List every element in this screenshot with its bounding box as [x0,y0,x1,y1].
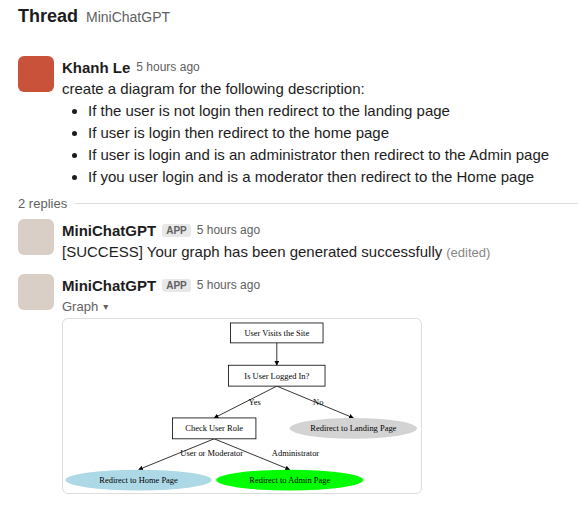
reply-message: MiniChatGPT APP 5 hours ago [SUCCESS] Your … [0,213,578,268]
node-label: User Visits the Site [244,328,309,338]
caret-icon[interactable]: ▾ [103,301,108,312]
message-body: MiniChatGPT APP 5 hours ago [SUCCESS] Your … [62,219,560,264]
graph-node: Redirect to Admin Page [216,470,363,491]
node-label: Is User Logged In? [244,371,309,381]
thread-title: Thread [18,6,78,27]
edge-label: Yes [248,397,260,407]
channel-name[interactable]: MiniChatGPT [86,9,170,25]
app-badge: APP [162,224,191,237]
edited-label: (edited) [446,245,490,260]
graph-edge: User or Moderator [139,439,244,470]
graph-edge: Yes [214,386,277,418]
node-label: Check User Role [185,423,243,433]
node-label: Redirect to Admin Page [249,475,330,485]
replies-count: 2 replies [18,196,67,211]
author-name[interactable]: MiniChatGPT [62,222,156,239]
graph-edge: Administrator [214,439,319,470]
reply-message: MiniChatGPT APP 5 hours ago Graph▾ Yes No User… [0,268,578,498]
graph-node: Is User Logged In? [229,365,325,386]
thread-header: Thread MiniChatGPT [0,6,578,32]
user-avatar[interactable] [18,56,54,92]
bullet-item: If user is login then redirect to the ho… [88,122,560,144]
graph-node: User Visits the Site [231,323,323,343]
bullet-item: If user is login and is an administrator… [88,144,560,166]
author-name[interactable]: MiniChatGPT [62,277,156,294]
edge-label: No [313,397,323,407]
author-name[interactable]: Khanh Le [62,59,130,76]
message: Khanh Le 5 hours ago create a diagram for … [0,32,578,192]
divider-line [75,203,578,204]
thread-panel: Thread MiniChatGPT Khanh Le 5 hours ago crea… [0,0,578,517]
edge-label: Administrator [272,448,320,458]
message-meta: Khanh Le 5 hours ago [62,56,560,78]
graph-node: Redirect to Landing Page [290,418,417,439]
graph-diagram: Yes No User or Moderator Administrator User … [63,319,421,493]
bot-avatar[interactable] [18,274,54,310]
message-text: create a diagram for the following descr… [62,78,560,100]
message-text: [SUCCESS] Your graph has been generated … [62,241,560,264]
graph-edge: No [277,386,354,418]
replies-divider: 2 replies [0,192,578,213]
edge-label: User or Moderator [180,448,243,458]
bullet-list: If the user is not login then redirect t… [62,100,560,188]
bullet-item: If the user is not login then redirect t… [88,100,560,122]
graph-edge [276,343,277,365]
message-body: Khanh Le 5 hours ago create a diagram for … [62,56,560,188]
message-time[interactable]: 5 hours ago [136,60,199,74]
message-meta: MiniChatGPT APP 5 hours ago [62,274,560,296]
bot-avatar[interactable] [18,219,54,255]
bullet-item: If you user login and is a moderator the… [88,166,560,188]
node-label: Redirect to Home Page [99,475,178,485]
attachment-toggle[interactable]: Graph▾ [62,296,560,316]
node-label: Redirect to Landing Page [310,423,396,433]
message-time[interactable]: 5 hours ago [197,278,260,292]
graph-node: Check User Role [172,418,256,439]
app-badge: APP [162,279,191,292]
message-body: MiniChatGPT APP 5 hours ago Graph▾ Yes No User… [62,274,560,494]
message-time[interactable]: 5 hours ago [197,223,260,237]
graph-image[interactable]: Yes No User or Moderator Administrator User … [62,318,422,494]
message-meta: MiniChatGPT APP 5 hours ago [62,219,560,241]
graph-node: Redirect to Home Page [66,470,212,491]
